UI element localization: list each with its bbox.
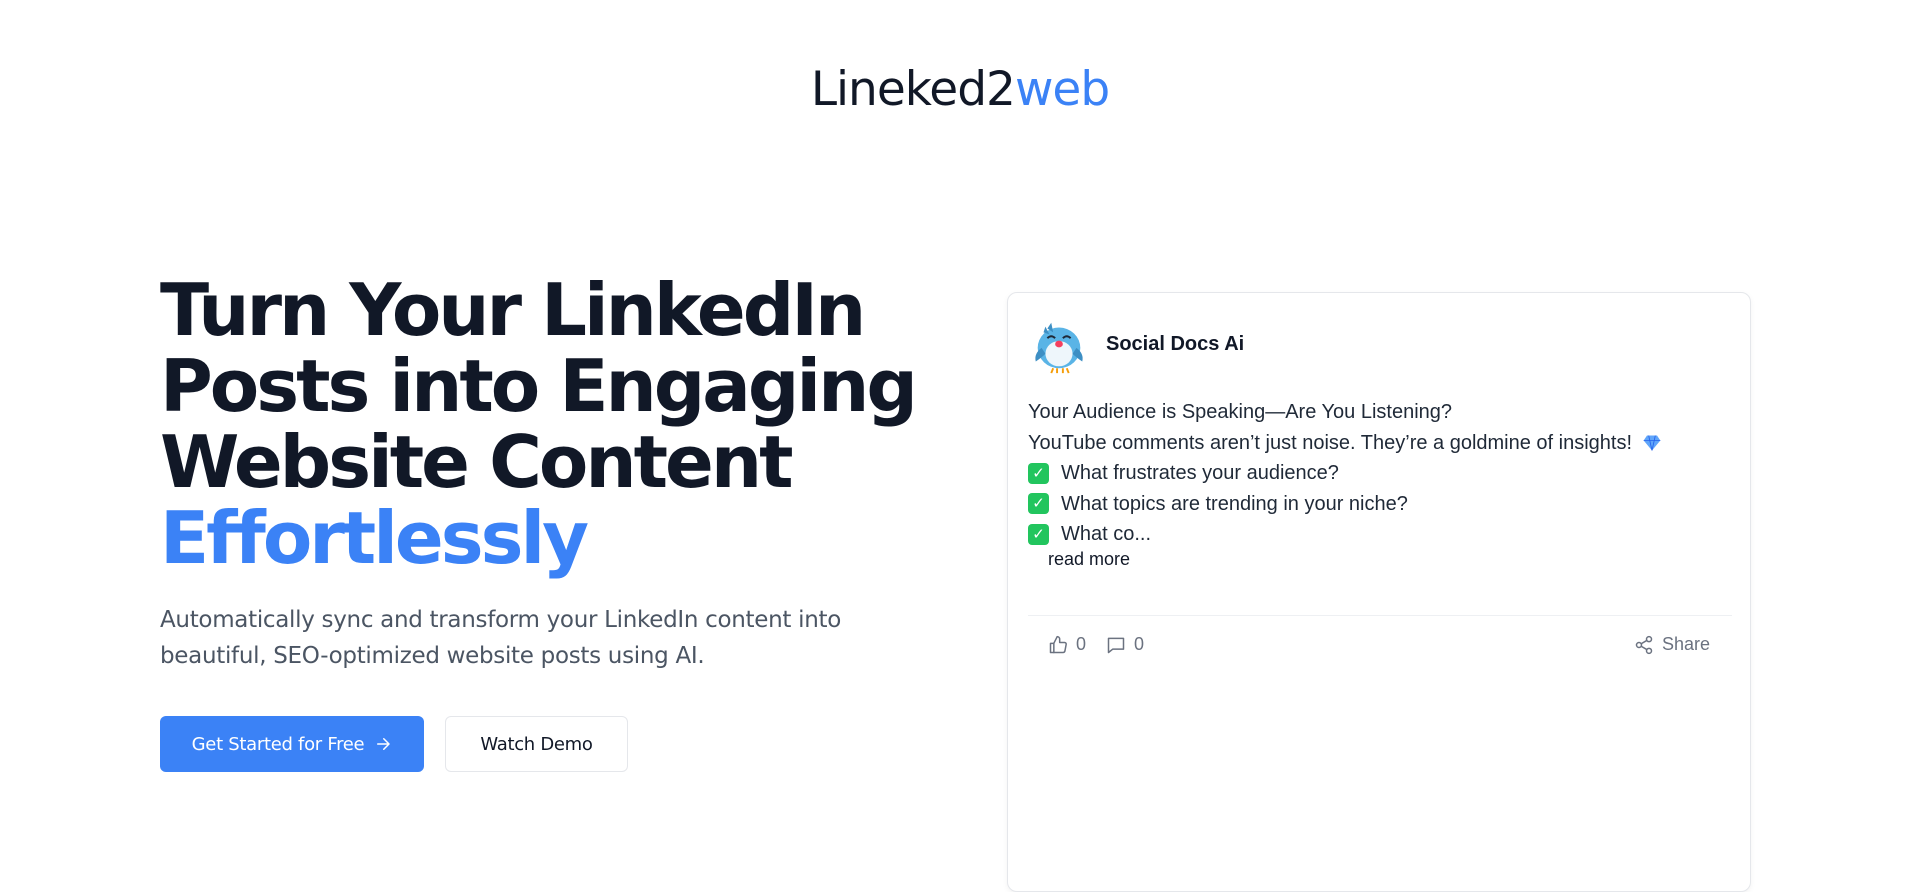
checkmark-icon: ✓ xyxy=(1028,523,1049,545)
post-line: YouTube comments aren’t just noise. They… xyxy=(1028,431,1633,454)
comment-icon xyxy=(1107,637,1125,653)
share-button[interactable]: Share xyxy=(1634,634,1710,655)
hero-title-line: Website Content xyxy=(160,420,794,504)
checklist-text: What topics are trending in your niche? xyxy=(1061,492,1408,515)
hero-title-line: Turn Your LinkedIn xyxy=(160,268,866,352)
like-button[interactable]: 0 xyxy=(1048,634,1086,655)
thumbs-up-icon xyxy=(1049,635,1067,653)
logo-text-accent: web xyxy=(1014,62,1110,117)
post-stats: 0 0 xyxy=(1048,634,1144,655)
hero-actions: Get Started for Free Watch Demo xyxy=(160,716,960,772)
get-started-button[interactable]: Get Started for Free xyxy=(160,716,424,772)
read-more-button[interactable]: read more xyxy=(1048,549,1130,570)
checklist-text: What frustrates your audience? xyxy=(1061,462,1339,484)
post-divider xyxy=(1028,615,1732,616)
get-started-label: Get Started for Free xyxy=(191,733,365,755)
hero-title-accent: Effortlessly xyxy=(160,496,589,580)
share-label: Share xyxy=(1661,634,1710,654)
checklist-text: What co... xyxy=(1061,523,1152,545)
comment-button[interactable]: 0 xyxy=(1106,634,1144,655)
logo-text-main: Lineked2 xyxy=(810,62,1016,117)
hero-title-line: Posts into Engaging xyxy=(160,344,918,428)
checkmark-icon: ✓ xyxy=(1028,462,1049,484)
site-header: Lineked2web xyxy=(0,0,1920,176)
hero-title: Turn Your LinkedIn Posts into Engaging W… xyxy=(160,272,960,576)
share-icon xyxy=(1635,635,1653,654)
linkedin-post-card: Social Docs Ai Your Audience is Speaking… xyxy=(1007,292,1751,892)
hero-section: Turn Your LinkedIn Posts into Engaging W… xyxy=(160,272,960,772)
checkmark-icon: ✓ xyxy=(1028,493,1049,515)
watch-demo-button[interactable]: Watch Demo xyxy=(445,716,628,772)
post-body: Your Audience is Speaking—Are You Listen… xyxy=(1028,397,1728,550)
like-count: 0 xyxy=(1076,634,1087,654)
checklist-item: ✓ What frustrates your audience? xyxy=(1028,458,1728,489)
checklist-item: ✓ What topics are trending in your niche? xyxy=(1028,489,1728,520)
post-line-with-gem: YouTube comments aren’t just noise. They… xyxy=(1028,428,1728,459)
hero-subtitle: Automatically sync and transform your Li… xyxy=(160,607,841,669)
site-logo[interactable]: Lineked2web xyxy=(810,62,1110,117)
post-line: Your Audience is Speaking—Are You Listen… xyxy=(1028,401,1453,423)
gem-icon xyxy=(1643,435,1661,451)
comment-count: 0 xyxy=(1134,634,1145,654)
bird-avatar-icon xyxy=(1035,322,1083,374)
post-header: Social Docs Ai xyxy=(1028,312,1244,376)
arrow-right-icon xyxy=(377,738,391,750)
post-author-name[interactable]: Social Docs Ai xyxy=(1106,333,1244,356)
checklist-item: ✓ What co... xyxy=(1028,519,1728,550)
